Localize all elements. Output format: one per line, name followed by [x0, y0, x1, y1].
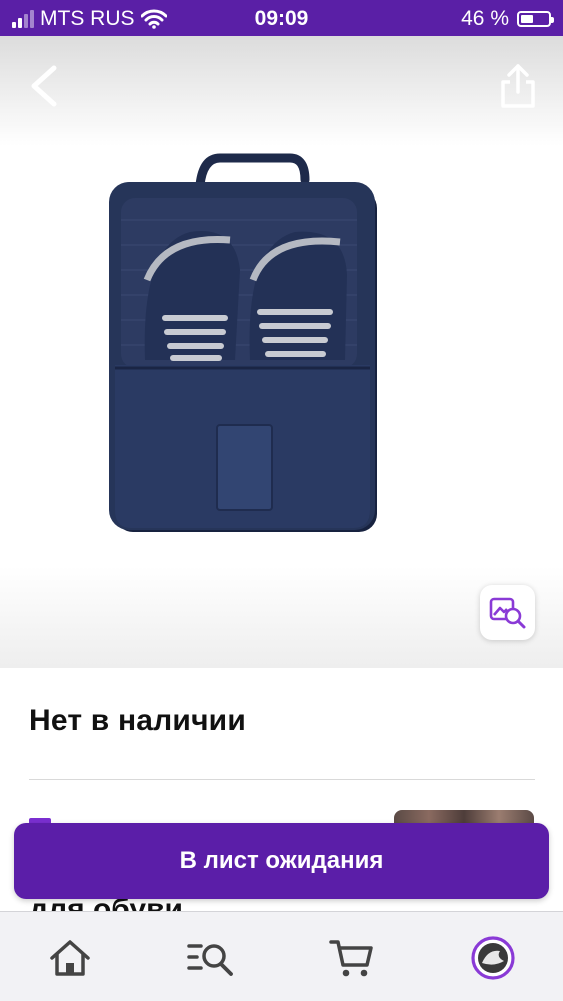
- product-image: [109, 153, 377, 532]
- status-bar: MTS RUS 09:09 46 %: [0, 0, 563, 36]
- share-icon[interactable]: [496, 62, 540, 110]
- battery-percent: 46 %: [461, 7, 509, 30]
- image-search-button[interactable]: [480, 585, 535, 640]
- tab-profile[interactable]: [469, 934, 517, 982]
- cart-icon: [329, 940, 373, 977]
- availability-label: Нет в наличии: [29, 704, 246, 737]
- catalog-search-icon: [187, 944, 233, 976]
- tab-catalog[interactable]: [187, 934, 235, 982]
- back-chevron-icon[interactable]: [26, 64, 62, 108]
- tab-bar: [0, 911, 563, 1001]
- status-right: 46 %: [461, 7, 554, 31]
- waitlist-button[interactable]: В лист ожидания: [14, 823, 549, 899]
- image-search-icon: [489, 597, 525, 628]
- tab-home[interactable]: [46, 934, 94, 982]
- tab-cart[interactable]: [328, 934, 376, 982]
- profile-avatar-icon: [471, 936, 515, 980]
- battery-icon: [517, 11, 554, 27]
- home-icon: [50, 940, 90, 976]
- divider: [29, 779, 535, 780]
